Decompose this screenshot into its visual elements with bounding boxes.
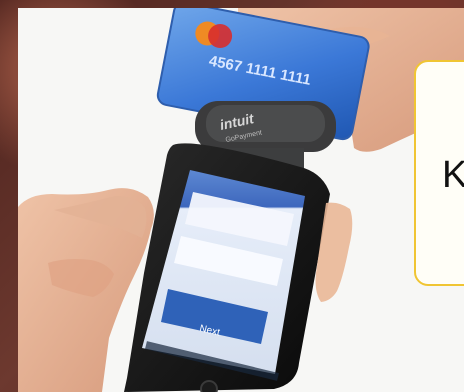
image-frame: 4567 1111 1111 intuit GoPayment Next K — [0, 0, 464, 392]
photo: 4567 1111 1111 intuit GoPayment Next — [18, 8, 464, 392]
photo-illustration: 4567 1111 1111 intuit GoPayment Next — [18, 8, 464, 392]
home-button — [200, 380, 218, 392]
callout-box: K — [414, 60, 464, 286]
callout-text: K — [442, 154, 464, 196]
